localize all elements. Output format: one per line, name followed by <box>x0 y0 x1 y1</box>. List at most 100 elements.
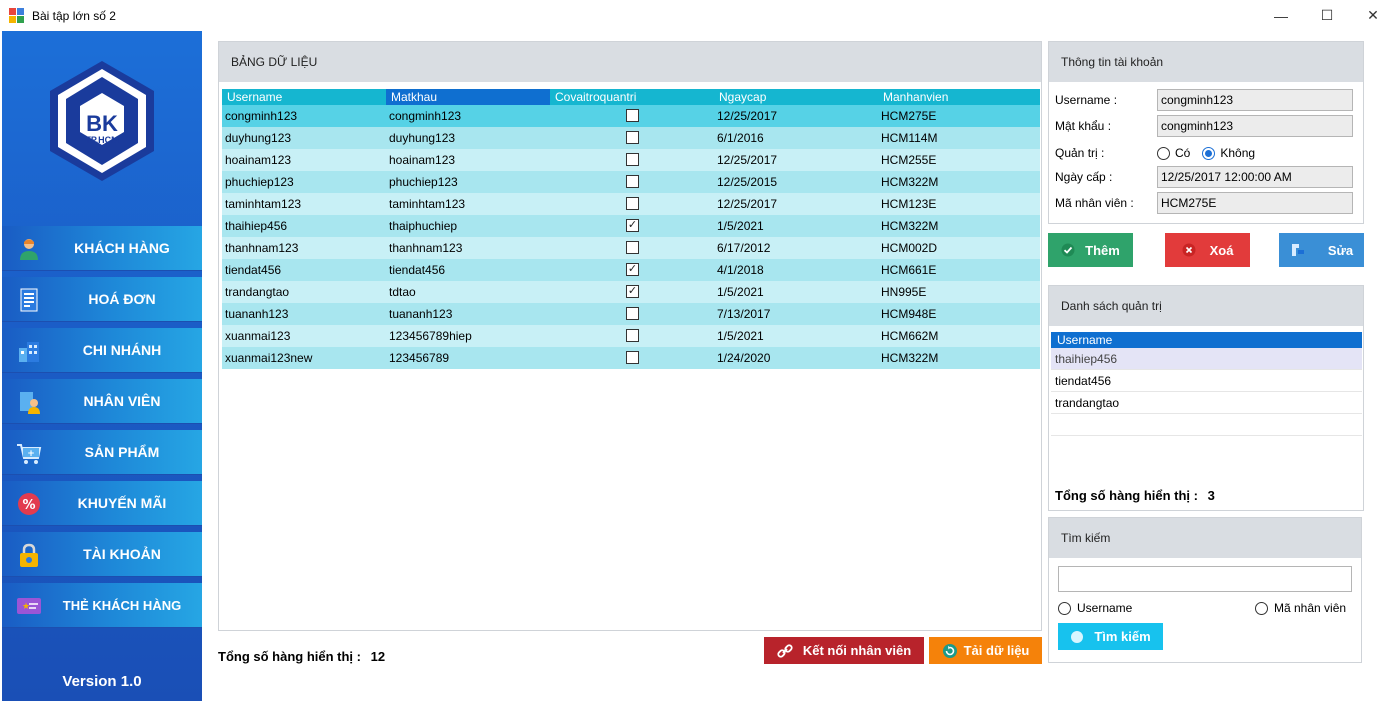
cell-employee: HCM948E <box>881 307 937 321</box>
admin-list-column[interactable]: Username <box>1051 332 1362 348</box>
sidebar-item-invoices[interactable]: HOÁ ĐƠN <box>2 277 202 322</box>
date-row: Ngày cấp : 12/25/2017 12:00:00 AM <box>1055 166 1353 188</box>
search-option-username-label: Username <box>1077 601 1133 615</box>
column-header[interactable]: Ngaycap <box>714 89 878 105</box>
table-row[interactable]: tuananh123 tuananh123 7/13/2017 HCM948E <box>222 303 1040 325</box>
title-bar: Bài tập lớn số 2 — ☐ ✕ <box>0 0 1396 31</box>
cell-username: thanhnam123 <box>225 241 299 255</box>
svg-text:+: + <box>27 449 35 459</box>
admin-no-radio[interactable]: Không <box>1202 146 1255 160</box>
checkbox-checked[interactable]: ✓ <box>626 263 639 276</box>
cell-username: taminhtam123 <box>225 197 302 211</box>
list-item[interactable]: trandangtao <box>1051 392 1362 414</box>
checkbox[interactable] <box>626 329 639 342</box>
cell-username: hoainam123 <box>225 153 292 167</box>
sidebar-item-branches[interactable]: CHI NHÁNH <box>2 328 202 373</box>
cell-admin <box>550 303 714 325</box>
admin-label: Quản trị : <box>1055 146 1105 160</box>
refresh-icon <box>942 643 958 659</box>
search-option-username[interactable]: Username <box>1058 601 1132 615</box>
cell-date: 12/25/2017 <box>717 153 778 167</box>
row-count-text: Tổng số hàng hiển thị : <box>218 649 361 664</box>
table-row[interactable]: xuanmai123new 123456789 1/24/2020 HCM322M <box>222 347 1040 369</box>
search-input[interactable] <box>1058 566 1352 592</box>
table-row[interactable]: phuchiep123 phuchiep123 12/25/2015 HCM322M <box>222 171 1040 193</box>
radio-icon <box>1157 146 1170 160</box>
sidebar-item-label: NHÂN VIÊN <box>83 393 161 409</box>
search-option-employee[interactable]: Mã nhân viên <box>1255 601 1346 615</box>
reload-data-button[interactable]: Tải dữ liệu <box>929 637 1042 664</box>
sidebar-item-customers[interactable]: KHÁCH HÀNG <box>2 226 202 271</box>
admin-list-title: Danh sách quản trị <box>1049 286 1363 326</box>
logo-subtext: TP.HCM <box>85 135 118 145</box>
admin-count-value: 3 <box>1207 488 1215 503</box>
checkbox[interactable] <box>626 109 639 122</box>
cell-admin <box>550 171 714 193</box>
table-row[interactable]: duyhung123 duyhung123 6/1/2016 HCM114M <box>222 127 1040 149</box>
list-item[interactable]: tiendat456 <box>1051 370 1362 392</box>
add-button[interactable]: Thêm <box>1048 233 1133 267</box>
sidebar-item-promotions[interactable]: % KHUYẾN MÃI <box>2 481 202 526</box>
admin-yes-radio[interactable]: Có <box>1157 146 1190 160</box>
connect-employee-button[interactable]: Kết nối nhân viên <box>764 637 924 664</box>
sidebar-item-label: CHI NHÁNH <box>82 342 162 358</box>
search-button[interactable]: Tìm kiếm <box>1058 623 1163 650</box>
sidebar-item-accounts[interactable]: TÀI KHOẢN <box>2 532 202 577</box>
password-field[interactable]: congminh123 <box>1157 115 1353 137</box>
table-row[interactable]: hoainam123 hoainam123 12/25/2017 HCM255E <box>222 149 1040 171</box>
employee-row: Mã nhân viên : HCM275E <box>1055 192 1353 214</box>
username-field[interactable]: congminh123 <box>1157 89 1353 111</box>
sidebar-item-customer-cards[interactable]: ★ THẺ KHÁCH HÀNG <box>2 583 202 628</box>
column-header[interactable]: Matkhau <box>386 89 550 105</box>
cell-employee: HCM661E <box>881 263 937 277</box>
sidebar-item-label: KHUYẾN MÃI <box>77 495 167 511</box>
checkbox-checked[interactable]: ✓ <box>626 285 639 298</box>
table-row[interactable]: xuanmai123 123456789hiep 1/5/2021 HCM662M <box>222 325 1040 347</box>
sidebar-item-employees[interactable]: NHÂN VIÊN <box>2 379 202 424</box>
cell-username: duyhung123 <box>225 131 292 145</box>
column-header[interactable]: Manhanvien <box>878 89 1040 105</box>
cell-password: tuananh123 <box>389 307 453 321</box>
list-item-empty <box>1051 414 1362 436</box>
checkbox[interactable] <box>626 307 639 320</box>
cell-username: phuchiep123 <box>225 175 294 189</box>
checkbox[interactable] <box>626 175 639 188</box>
data-grid[interactable]: Username Matkhau Covaitroquantri Ngaycap… <box>222 89 1040 369</box>
column-header[interactable]: Username <box>222 89 386 105</box>
list-item[interactable]: thaihiep456 <box>1051 348 1362 370</box>
edit-button[interactable]: Sửa <box>1279 233 1364 267</box>
delete-label: Xoá <box>1209 242 1234 258</box>
admin-count-label: Tổng số hàng hiển thị : 3 <box>1055 488 1215 503</box>
cell-username: tiendat456 <box>225 263 282 277</box>
employee-field[interactable]: HCM275E <box>1157 192 1353 214</box>
maximize-button[interactable]: ☐ <box>1304 0 1350 31</box>
sidebar-item-label: THẺ KHÁCH HÀNG <box>62 597 182 613</box>
checkbox[interactable] <box>626 153 639 166</box>
table-row[interactable]: thaihiep456 thaiphuchiep ✓ 1/5/2021 HCM322M <box>222 215 1040 237</box>
cell-password: duyhung123 <box>389 131 456 145</box>
admin-count-text: Tổng số hàng hiển thị : <box>1055 488 1198 503</box>
row-count-value: 12 <box>370 649 386 664</box>
table-row[interactable]: tiendat456 tiendat456 ✓ 4/1/2018 HCM661E <box>222 259 1040 281</box>
cell-username: congminh123 <box>225 109 298 123</box>
table-row[interactable]: congminh123 congminh123 12/25/2017 HCM275E <box>222 105 1040 127</box>
branch-icon <box>19 342 39 362</box>
table-row[interactable]: taminhtam123 taminhtam123 12/25/2017 HCM123… <box>222 193 1040 215</box>
employee-icon <box>20 392 40 414</box>
checkbox[interactable] <box>626 131 639 144</box>
radio-selected-icon <box>1202 146 1216 160</box>
checkbox-checked[interactable]: ✓ <box>626 219 639 232</box>
cell-date: 7/13/2017 <box>717 307 771 321</box>
checkbox[interactable] <box>626 351 639 364</box>
date-field[interactable]: 12/25/2017 12:00:00 AM <box>1157 166 1353 188</box>
table-row[interactable]: thanhnam123 thanhnam123 6/17/2012 HCM002D <box>222 237 1040 259</box>
cell-password: thaiphuchiep <box>389 219 458 233</box>
close-button[interactable]: ✕ <box>1350 0 1396 31</box>
checkbox[interactable] <box>626 241 639 254</box>
checkbox[interactable] <box>626 197 639 210</box>
delete-button[interactable]: Xoá <box>1165 233 1250 267</box>
radio-icon <box>1058 601 1071 615</box>
table-row[interactable]: trandangtao tdtao ✓ 1/5/2021 HN995E <box>222 281 1040 303</box>
minimize-button[interactable]: — <box>1258 0 1304 31</box>
sidebar-item-products[interactable]: + SẢN PHẨM <box>2 430 202 475</box>
